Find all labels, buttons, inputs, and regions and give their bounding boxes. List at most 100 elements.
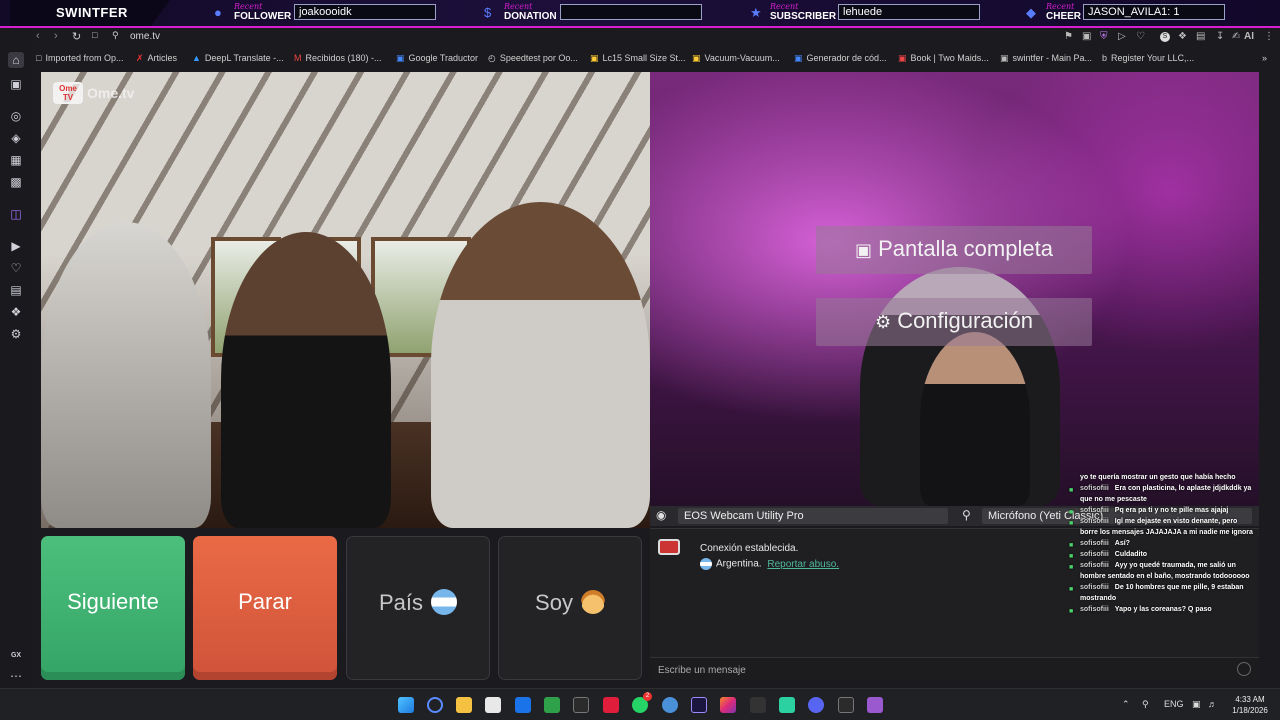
emoji-icon[interactable]: [1237, 662, 1251, 676]
notes-icon[interactable]: ▤: [8, 282, 24, 298]
chat-message: ■ sofisofiii De 10 hombres que me pille, 9…: [1069, 584, 1244, 602]
chat-message: ■ sofisofiii Igl me dejaste en visto denan…: [1069, 518, 1253, 536]
gamepad-icon[interactable]: ▣: [8, 76, 24, 92]
app-circle-icon[interactable]: [662, 697, 678, 713]
play-icon[interactable]: ▶: [8, 238, 24, 254]
premiere-icon[interactable]: [691, 697, 707, 713]
back-icon[interactable]: ‹: [36, 30, 40, 42]
shield-icon[interactable]: ⛨: [1100, 31, 1108, 42]
bookmark-item[interactable]: ▣ Generador de cód...: [794, 53, 887, 64]
message-input[interactable]: Escribe un mensaje: [650, 657, 1259, 681]
home-icon[interactable]: ⌂: [8, 52, 24, 68]
url-field[interactable]: ome.tv: [130, 31, 160, 42]
wallet-icon[interactable]: ▤: [1196, 31, 1205, 42]
file-explorer-icon[interactable]: [456, 697, 472, 713]
profile-icon[interactable]: S: [1160, 32, 1170, 42]
clock[interactable]: 4:33 AM 1/18/2026: [1226, 694, 1274, 716]
bookmark-item[interactable]: ▲ DeepL Translate -...: [192, 53, 284, 63]
overlay-follower-value: joakoooidk: [294, 4, 436, 20]
grid-icon[interactable]: ▦: [8, 152, 24, 168]
overlay-donation: $ Recent DONATION: [484, 2, 704, 26]
play-toolbar-icon[interactable]: ▷: [1118, 31, 1126, 42]
webcam-icon: ◉: [656, 508, 667, 522]
bookmark-item[interactable]: ▣ Book | Two Maids...: [898, 53, 989, 64]
settings-label: Configuración: [897, 308, 1033, 333]
language-indicator[interactable]: ENG: [1164, 699, 1184, 709]
extensions-icon[interactable]: ❖: [8, 304, 24, 320]
volume-icon[interactable]: ♬: [1208, 699, 1217, 709]
clock-time: 4:33 AM: [1235, 695, 1265, 704]
network-icon[interactable]: ▣: [1192, 699, 1201, 710]
more-icon[interactable]: ⋯: [8, 668, 24, 684]
overlay-recent-label: Recent: [504, 2, 533, 11]
forward-icon[interactable]: ›: [54, 30, 58, 42]
stop-button[interactable]: Parar: [193, 536, 337, 680]
next-button[interactable]: Siguiente: [41, 536, 185, 680]
settings-icon[interactable]: ⚙: [8, 326, 24, 342]
gx-label[interactable]: GX: [8, 648, 24, 664]
chevron-up-icon[interactable]: ⌃: [1122, 699, 1130, 710]
favorite-icon[interactable]: ♡: [1136, 31, 1145, 42]
bookmark-item[interactable]: ▣ Lc15 Small Size St...: [590, 53, 686, 64]
fullscreen-button[interactable]: ▣ Pantalla completa: [816, 226, 1092, 274]
app-icon[interactable]: [838, 697, 854, 713]
app-icon[interactable]: [779, 697, 795, 713]
windows-start-icon[interactable]: [398, 697, 414, 713]
chat-message: yo te quería mostrar un gesto que había …: [1080, 474, 1236, 481]
country-button[interactable]: País: [346, 536, 490, 680]
connection-status: Conexión establecida.: [700, 543, 799, 554]
excel-icon[interactable]: [544, 697, 560, 713]
bookmark-item[interactable]: ▣ swintfer - Main Pa...: [1000, 53, 1092, 64]
bookmark-item[interactable]: ◴ Speedtest por Oo...: [488, 53, 578, 64]
chevron-right-icon[interactable]: »: [1262, 53, 1267, 63]
overlay-follower: ● Recent FOLLOWER joakoooidk: [214, 2, 439, 26]
mic-tray-icon[interactable]: ⚲: [1142, 699, 1149, 710]
boy-face-icon: [580, 590, 605, 615]
pin-icon[interactable]: ⚑: [1064, 31, 1073, 42]
bookmark-item[interactable]: □ Imported from Op...: [36, 53, 123, 63]
app-icon[interactable]: [573, 697, 589, 713]
store-icon[interactable]: [485, 697, 501, 713]
translate-icon[interactable]: ✍: [1232, 31, 1240, 42]
spiral-icon[interactable]: ◎: [8, 108, 24, 124]
dollar-icon: $: [484, 5, 492, 20]
bookmark-item[interactable]: ✗ Articles: [136, 53, 177, 64]
bookmark-item[interactable]: ▣ Vacuum-Vacuum...: [692, 53, 780, 64]
camera-toggle-icon[interactable]: □: [92, 30, 97, 40]
opera-gx-icon[interactable]: [603, 697, 619, 713]
stop-label: Parar: [238, 589, 292, 614]
overlay-follower-label: FOLLOWER: [234, 11, 292, 22]
extension-icon[interactable]: ❖: [1178, 31, 1187, 42]
twitch-icon[interactable]: ◫: [8, 206, 24, 222]
gear-icon: ⚙: [875, 312, 892, 332]
browser-sidebar: ⌂ ▣ ◎ ◈ ▦ ▩ ◫ ▶ ♡ ▤ ❖ ⚙ GX ⋯: [0, 28, 32, 688]
camera-select[interactable]: EOS Webcam Utility Pro: [678, 508, 948, 524]
app-icon[interactable]: [867, 697, 883, 713]
search-icon[interactable]: [427, 697, 443, 713]
heart-icon[interactable]: ♡: [8, 260, 24, 276]
stream-chat-overlay: yo te quería mostrar un gesto que había …: [1066, 472, 1256, 658]
capture-icon[interactable]: ▣: [1082, 31, 1091, 42]
settings-button[interactable]: ⚙ Configuración: [816, 298, 1092, 346]
report-abuse-link[interactable]: Reportar abuso.: [767, 559, 839, 570]
chat-message: ■ sofisofiii Culdadito: [1069, 551, 1148, 560]
outlook-icon[interactable]: [515, 697, 531, 713]
diamond-icon: ◆: [1026, 5, 1036, 20]
reload-icon[interactable]: ↻: [72, 30, 81, 43]
bookmark-page-icon: ▣: [1000, 53, 1009, 63]
diamond-nav-icon[interactable]: ◈: [8, 130, 24, 146]
ai-button[interactable]: AI: [1244, 31, 1254, 42]
download-icon[interactable]: ↧: [1216, 31, 1224, 42]
bookmark-item[interactable]: ▣ Google Traductor: [396, 53, 478, 64]
bookmark-item[interactable]: b Register Your LLC,...: [1102, 53, 1194, 63]
gender-button[interactable]: Soy: [498, 536, 642, 680]
app-icon[interactable]: [750, 697, 766, 713]
overlay-subscriber-label: SUBSCRIBER: [770, 11, 837, 22]
discord-icon[interactable]: [808, 697, 824, 713]
overlay-recent-label: Recent: [1046, 2, 1075, 11]
menu-icon[interactable]: ⋮: [1264, 31, 1274, 42]
stack-icon[interactable]: ▩: [8, 174, 24, 190]
instagram-icon[interactable]: [720, 697, 736, 713]
bookmark-item[interactable]: M Recibidos (180) -...: [294, 53, 382, 63]
clock-date: 1/18/2026: [1232, 706, 1268, 715]
